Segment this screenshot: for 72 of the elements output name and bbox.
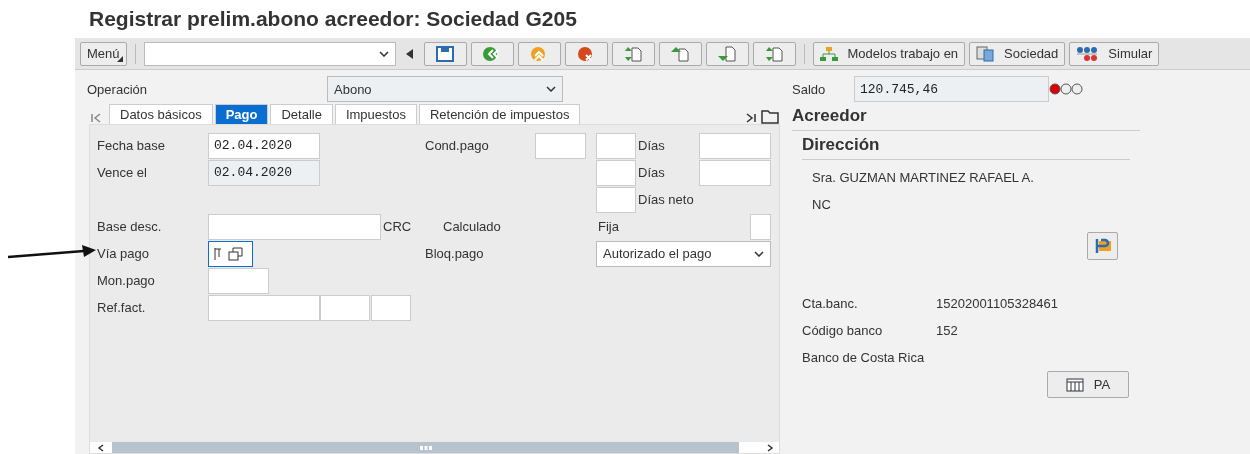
network-icon — [1076, 45, 1099, 62]
tab[interactable]: Impuestos — [334, 104, 417, 124]
page-up-icon — [671, 45, 690, 62]
toolbar-button[interactable]: Simular — [1069, 41, 1160, 66]
toolbar-button[interactable]: Sociedad — [969, 41, 1066, 66]
chevron-down-icon — [378, 50, 389, 57]
field-label: Bloq.pago — [424, 246, 485, 261]
page-down-icon — [718, 45, 737, 62]
menu-button[interactable]: Menú — [80, 41, 127, 66]
balance-field: 120.745,46 — [854, 76, 1049, 102]
address-text: NC — [812, 196, 832, 214]
field-label: Ref.fact. — [96, 300, 147, 315]
window-title: Registrar prelim.abono acreedor: Sociedad G205 — [89, 7, 577, 31]
toolbar-button[interactable] — [611, 41, 655, 66]
field-label: Días — [637, 165, 666, 180]
page-arrows-icon — [624, 45, 643, 62]
toolbar-button[interactable] — [658, 41, 702, 66]
chevron-down-icon — [546, 86, 556, 92]
field-value: 152 — [936, 323, 958, 338]
date-field[interactable]: 02.04.2020 — [208, 132, 320, 159]
address-icon — [1094, 238, 1111, 254]
field-label: Operación — [87, 81, 148, 97]
input-field[interactable] — [208, 240, 253, 267]
grip-icon[interactable] — [419, 445, 432, 450]
folder-icon[interactable] — [760, 108, 780, 124]
chevron-down-icon — [754, 250, 764, 257]
horizontal-scrollbar[interactable] — [90, 442, 779, 453]
hierarchy-icon — [819, 45, 838, 62]
toolbar-button[interactable] — [705, 41, 749, 66]
field-label: Código banco — [802, 323, 884, 338]
field-label: Fija — [597, 219, 620, 234]
address-text: Sra. GUZMAN MARTINEZ RAFAEL A. — [812, 169, 1035, 187]
payment-block-select[interactable]: Autorizado el pago — [596, 240, 771, 267]
field-label: Base desc. — [96, 219, 163, 234]
address-button[interactable] — [1087, 232, 1118, 260]
currency-label: CRC — [382, 219, 413, 234]
field-label: Días — [637, 138, 666, 153]
operation-select[interactable]: Abono — [327, 76, 563, 102]
toolbar-button[interactable] — [470, 41, 514, 66]
pointer-arrow-icon — [8, 245, 96, 261]
field-label: Vía pago — [96, 246, 151, 261]
toolbar-button[interactable] — [423, 41, 467, 66]
tab[interactable]: Detalle — [270, 104, 333, 124]
command-field[interactable] — [143, 41, 396, 66]
field-label: Fecha base — [96, 138, 166, 153]
toolbar-button[interactable] — [564, 41, 608, 66]
field-value: 15202001105328461 — [936, 296, 1058, 311]
field-label: Días neto — [637, 192, 695, 207]
date-field: 02.04.2020 — [208, 159, 320, 186]
save-icon — [436, 45, 455, 62]
field-label: Cta.banc. — [802, 296, 859, 311]
field-label: Calculado — [442, 219, 502, 234]
section-heading: Dirección — [802, 131, 1130, 160]
field-label: Mon.pago — [96, 273, 156, 288]
tab[interactable]: Datos básicos — [109, 104, 213, 124]
document-icon — [976, 45, 995, 62]
value-help-icon[interactable] — [228, 246, 244, 261]
cursor-icon — [214, 247, 222, 260]
tab[interactable]: Retención de impuestos — [418, 104, 581, 124]
field-label: Cond.pago — [424, 138, 490, 153]
pa-button[interactable]: PA — [1047, 371, 1129, 398]
tab[interactable]: Pago — [214, 104, 269, 124]
field-label: Vence el — [96, 165, 148, 180]
toolbar-button[interactable]: Modelos trabajo en — [812, 41, 966, 66]
field-label: Saldo — [792, 81, 827, 97]
collapse-icon[interactable] — [405, 48, 414, 59]
bank-name: Banco de Costa Rica — [802, 350, 925, 365]
page-arrows-icon — [765, 45, 784, 62]
table-icon — [1065, 377, 1084, 392]
section-heading: Acreedor — [792, 102, 1140, 131]
toolbar-button[interactable] — [752, 41, 796, 66]
last-tab-icon[interactable] — [744, 112, 758, 124]
